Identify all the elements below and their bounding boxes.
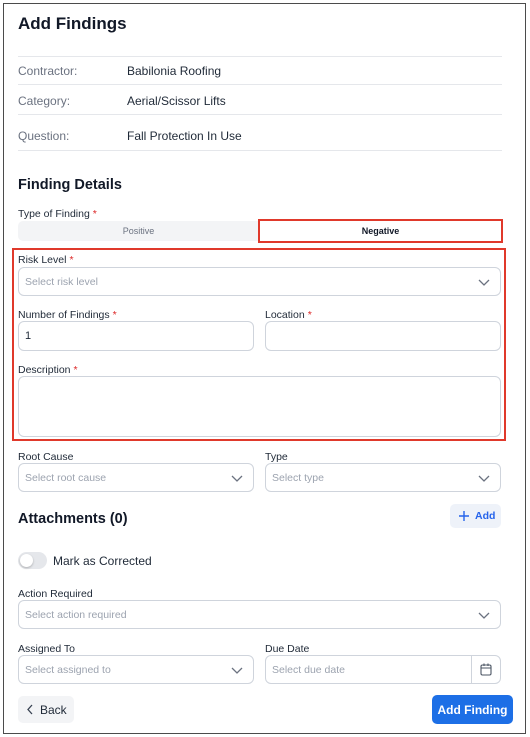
category-value: Aerial/Scissor Lifts: [127, 94, 226, 108]
category-label: Category:: [18, 94, 71, 108]
location-label: Location *: [265, 309, 312, 321]
risk-level-label: Risk Level *: [18, 254, 74, 266]
divider: [18, 150, 502, 151]
assigned-to-placeholder: Select assigned to: [25, 663, 111, 676]
root-cause-select[interactable]: Select root cause: [18, 463, 254, 492]
negative-option[interactable]: Negative: [258, 219, 503, 243]
contractor-label: Contractor:: [18, 64, 78, 78]
due-date-placeholder: Select due date: [272, 663, 345, 676]
back-label: Back: [40, 703, 67, 717]
chevron-down-icon: [231, 667, 243, 674]
positive-option[interactable]: Positive: [18, 221, 259, 241]
location-input[interactable]: [265, 321, 501, 351]
chevron-down-icon: [478, 612, 490, 619]
mark-corrected-toggle[interactable]: [18, 552, 47, 569]
contractor-value: Babilonia Roofing: [127, 64, 222, 78]
calendar-button[interactable]: [471, 656, 500, 683]
type-placeholder: Select type: [272, 471, 324, 484]
question-value: Fall Protection In Use: [127, 129, 242, 143]
due-date-input[interactable]: Select due date: [265, 655, 501, 684]
risk-level-select[interactable]: Select risk level: [18, 267, 501, 296]
number-of-findings-input[interactable]: 1: [18, 321, 254, 351]
add-finding-button[interactable]: Add Finding: [432, 695, 513, 724]
description-textarea[interactable]: [18, 376, 501, 437]
number-of-findings-value: 1: [25, 330, 32, 342]
plus-icon: [459, 511, 469, 521]
assigned-to-label: Assigned To: [18, 643, 76, 655]
root-cause-placeholder: Select root cause: [25, 471, 107, 484]
description-label: Description *: [18, 364, 78, 376]
toggle-knob: [20, 554, 33, 567]
back-button[interactable]: Back: [18, 696, 74, 723]
risk-level-placeholder: Select risk level: [25, 275, 98, 288]
divider: [18, 114, 502, 115]
add-attachment-label: Add: [475, 510, 496, 522]
attachments-heading: Attachments (0): [18, 511, 128, 527]
chevron-down-icon: [478, 279, 490, 286]
type-label: Type: [265, 451, 288, 463]
divider: [18, 84, 502, 85]
type-select[interactable]: Select type: [265, 463, 501, 492]
question-label: Question:: [18, 129, 70, 143]
finding-details-heading: Finding Details: [18, 177, 122, 193]
type-of-finding-label: Type of Finding *: [18, 208, 97, 220]
add-finding-label: Add Finding: [437, 703, 508, 717]
action-required-select[interactable]: Select action required: [18, 600, 501, 629]
calendar-icon: [480, 663, 492, 676]
number-of-findings-label: Number of Findings *: [18, 309, 117, 321]
action-required-label: Action Required: [18, 588, 93, 600]
chevron-down-icon: [478, 475, 490, 482]
action-required-placeholder: Select action required: [25, 608, 127, 621]
chevron-left-icon: [27, 704, 33, 715]
add-attachment-button[interactable]: Add: [450, 504, 501, 528]
due-date-label: Due Date: [265, 643, 310, 655]
assigned-to-select[interactable]: Select assigned to: [18, 655, 254, 684]
root-cause-label: Root Cause: [18, 451, 74, 463]
chevron-down-icon: [231, 475, 243, 482]
mark-corrected-label: Mark as Corrected: [53, 554, 152, 568]
divider: [18, 56, 502, 57]
page-title: Add Findings: [18, 14, 127, 33]
